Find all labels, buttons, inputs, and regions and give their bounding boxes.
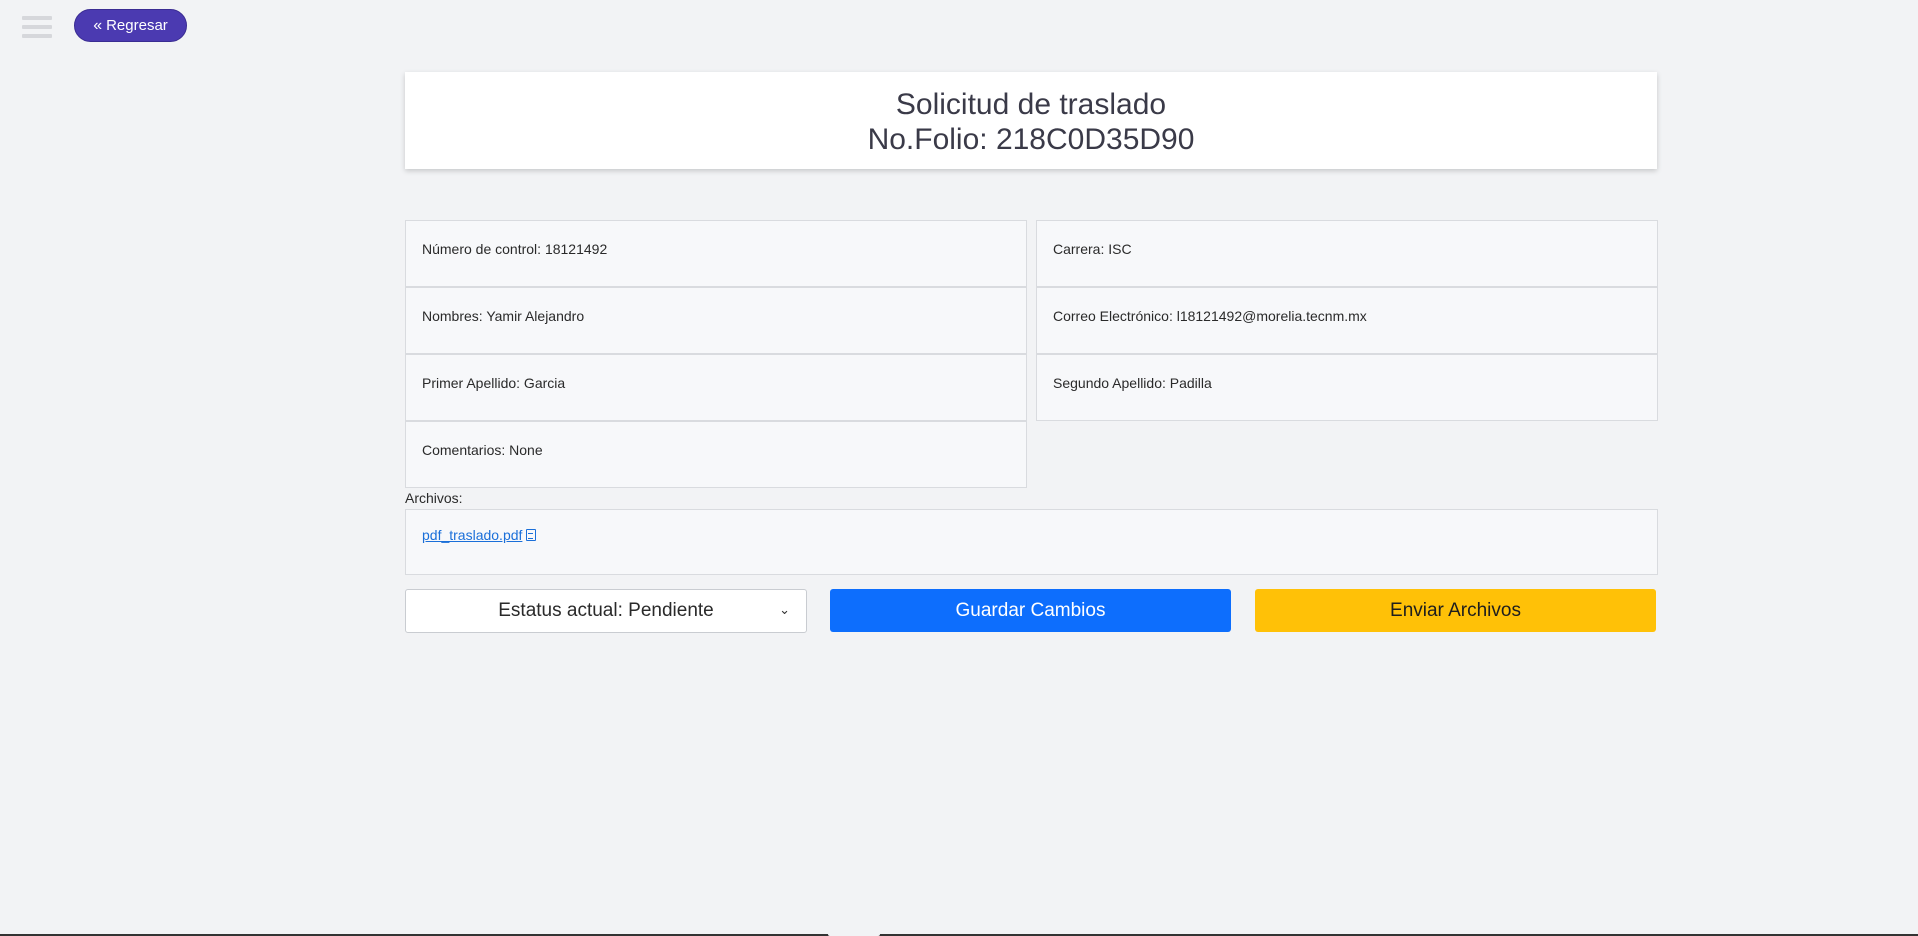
nombres-field: Nombres: Yamir Alejandro	[405, 287, 1027, 354]
page-title: Solicitud de traslado	[895, 88, 1167, 121]
back-button[interactable]: « Regresar	[74, 9, 187, 42]
send-files-button[interactable]: Enviar Archivos	[1255, 589, 1656, 632]
send-files-label: Enviar Archivos	[1390, 599, 1521, 621]
page-title-card: Solicitud de traslado No.Folio: 218C0D35…	[405, 72, 1657, 169]
file-name: pdf_traslado.pdf	[422, 527, 523, 543]
segundo-apellido-field: Segundo Apellido: Padilla	[1036, 354, 1658, 421]
back-button-label: Regresar	[106, 17, 168, 34]
correo-field: Correo Electrónico: l18121492@morelia.te…	[1036, 287, 1658, 354]
comentarios-field: Comentarios: None	[405, 421, 1027, 488]
hamburger-menu-icon[interactable]	[22, 16, 52, 38]
primer-apellido-field: Primer Apellido: Garcia	[405, 354, 1027, 421]
bottom-notch	[828, 931, 880, 936]
status-select[interactable]: Estatus actual: Pendiente ⌄	[405, 589, 807, 633]
control-number-field: Número de control: 18121492	[405, 220, 1027, 287]
save-changes-label: Guardar Cambios	[955, 599, 1106, 621]
chevron-down-icon: ⌄	[779, 602, 790, 617]
double-chevron-left-icon: «	[93, 16, 102, 34]
files-label: Archivos:	[405, 490, 463, 506]
pdf-file-icon	[526, 529, 537, 541]
files-list: pdf_traslado.pdf	[405, 509, 1658, 575]
save-changes-button[interactable]: Guardar Cambios	[830, 589, 1231, 632]
file-link-pdf-traslado[interactable]: pdf_traslado.pdf	[422, 527, 537, 543]
status-select-value: Estatus actual: Pendiente	[498, 600, 714, 621]
top-bar: « Regresar	[0, 0, 1918, 50]
carrera-field: Carrera: ISC	[1036, 220, 1658, 287]
folio-number: No.Folio: 218C0D35D90	[867, 123, 1195, 156]
